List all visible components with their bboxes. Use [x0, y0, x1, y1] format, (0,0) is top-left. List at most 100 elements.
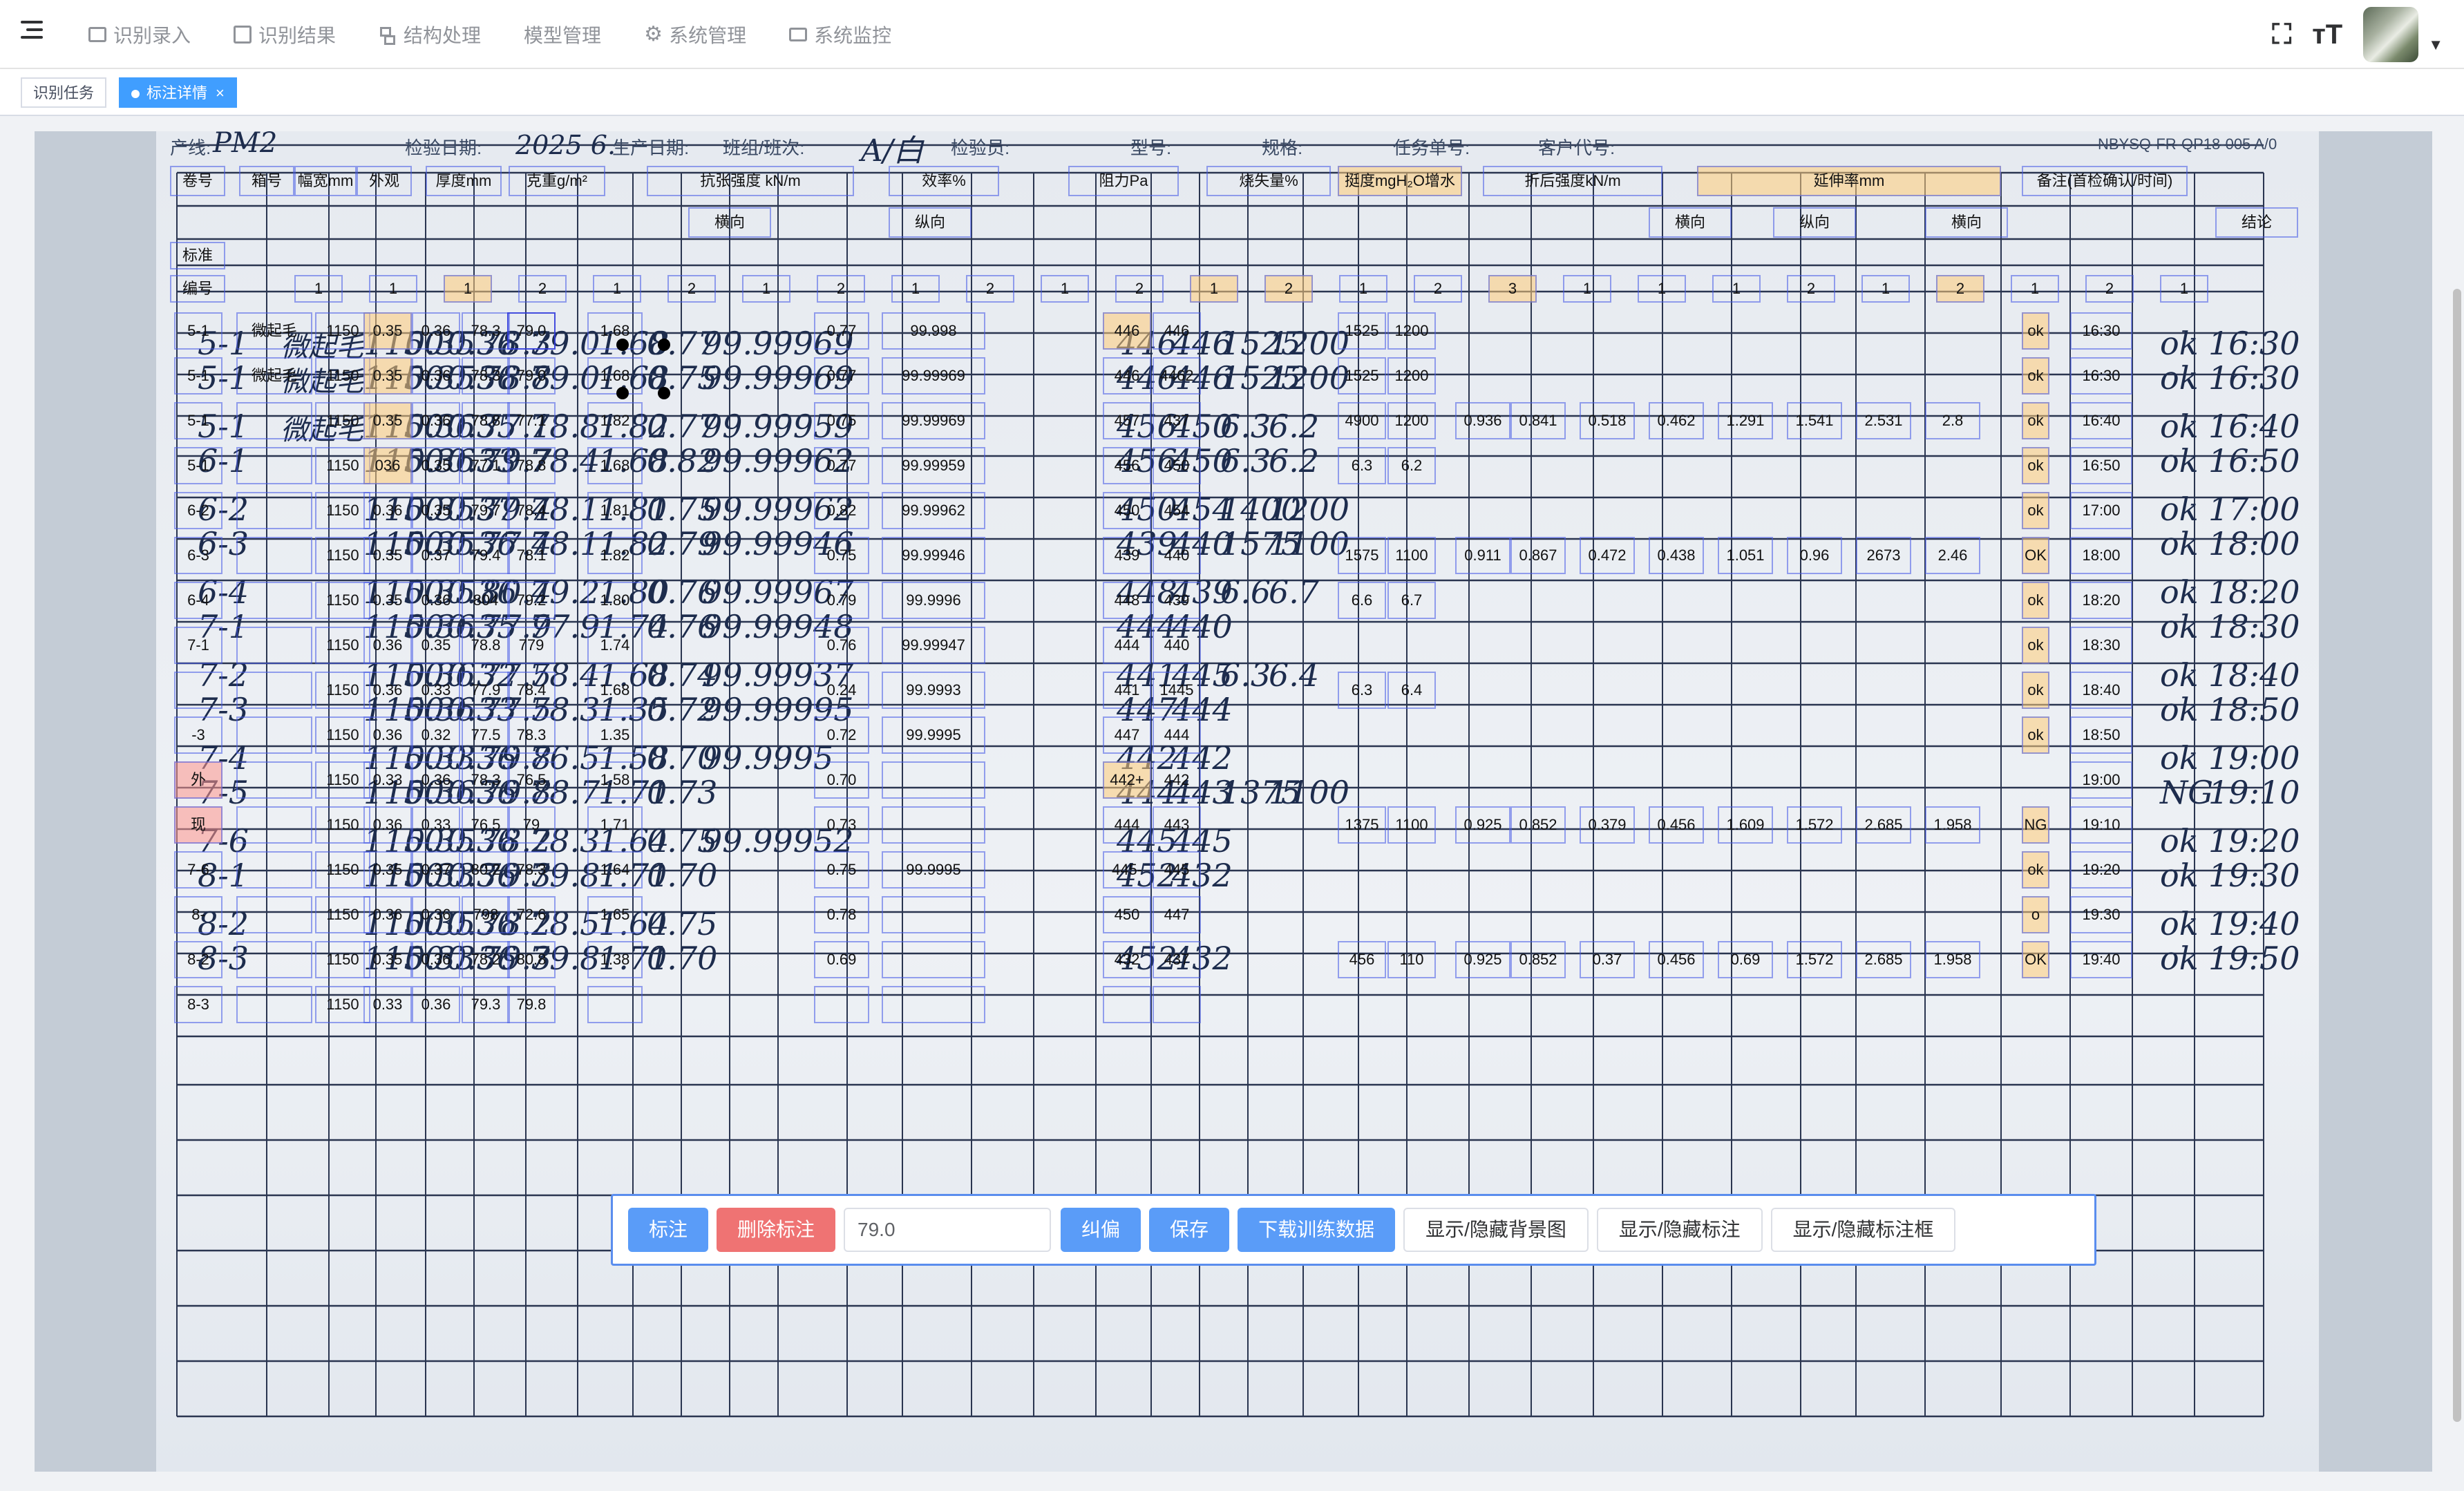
table-cell[interactable] [882, 941, 985, 978]
sub-header-cell[interactable]: 横向 [1649, 207, 1732, 238]
table-cell[interactable]: 0.96 [1787, 537, 1842, 574]
table-cell[interactable]: 1.38 [587, 941, 643, 978]
table-cell[interactable]: 0.925 [1455, 806, 1510, 844]
number-cell[interactable]: 1 [2011, 275, 2059, 303]
table-cell[interactable]: 444 [1103, 627, 1151, 664]
table-cell[interactable]: 8-3 [174, 986, 222, 1023]
table-cell[interactable]: 804 [462, 582, 510, 619]
table-cell[interactable]: 0.75 [814, 851, 869, 889]
table-cell[interactable]: 79.0 [507, 357, 556, 395]
table-cell[interactable]: 1.35 [587, 716, 643, 754]
table-cell[interactable] [236, 806, 312, 844]
menu-item-1[interactable]: 识别结果 [234, 21, 336, 48]
table-cell[interactable]: 0.438 [1649, 537, 1704, 574]
table-cell[interactable]: 7-6 [174, 851, 222, 889]
table-cell[interactable]: 99.9993 [882, 672, 985, 709]
table-cell[interactable]: 99.9995 [882, 851, 985, 889]
sub-header-cell[interactable]: 横向 [1925, 207, 2008, 238]
table-cell[interactable] [882, 761, 985, 799]
table-cell[interactable]: 448 [1103, 582, 1151, 619]
table-cell[interactable]: 437 [1153, 941, 1201, 978]
table-cell[interactable]: 0.518 [1580, 402, 1635, 439]
table-cell[interactable]: 798 [462, 896, 510, 933]
table-cell[interactable]: 440 [1153, 627, 1201, 664]
table-cell[interactable]: 0.24 [814, 672, 869, 709]
number-cell[interactable]: 1 [2160, 275, 2208, 303]
table-cell[interactable]: 0.75 [814, 537, 869, 574]
table-cell[interactable]: 0.33 [412, 806, 460, 844]
table-cell[interactable]: 444 [1153, 716, 1201, 754]
table-cell[interactable]: -3 [174, 716, 222, 754]
menu-item-2[interactable]: 结构处理 [379, 21, 481, 48]
table-cell[interactable]: 0.35 [363, 941, 412, 978]
header-cell[interactable]: 效率% [889, 166, 999, 196]
table-cell[interactable] [236, 672, 312, 709]
table-cell[interactable]: 0.79 [814, 582, 869, 619]
table-cell[interactable]: 0.32 [412, 716, 460, 754]
table-cell[interactable]: 现 [174, 806, 222, 844]
number-cell[interactable]: 1 [1861, 275, 1910, 303]
number-cell[interactable]: 1 [294, 275, 343, 303]
table-cell[interactable]: 0.37 [412, 537, 460, 574]
table-cell[interactable] [882, 806, 985, 844]
table-cell[interactable] [174, 672, 222, 709]
hamburger-menu-icon[interactable] [21, 21, 46, 46]
table-cell[interactable]: 0.456 [1649, 806, 1704, 844]
resize-handle[interactable] [616, 339, 629, 351]
table-cell[interactable]: 1150 [315, 357, 370, 395]
table-cell[interactable]: 1150 [315, 986, 370, 1023]
table-cell[interactable]: 19:00 [2070, 761, 2132, 799]
sub-header-cell[interactable]: 纵向 [1773, 207, 1856, 238]
table-cell[interactable]: 78.3 [462, 312, 510, 350]
table-cell[interactable]: 0.36 [363, 896, 412, 933]
table-cell[interactable]: 0.35 [363, 402, 412, 439]
table-cell[interactable]: 0.36 [363, 492, 412, 529]
table-cell[interactable]: 99.99969 [882, 357, 985, 395]
table-cell[interactable]: 1150 [315, 402, 370, 439]
chevron-down-icon[interactable]: ▼ [2428, 36, 2443, 54]
table-cell[interactable]: 18:50 [2070, 716, 2132, 754]
table-cell[interactable]: 6.7 [1387, 582, 1436, 619]
number-cell[interactable]: 1 [1638, 275, 1686, 303]
menu-item-4[interactable]: ⚙ 系统管理 [644, 21, 746, 48]
table-cell[interactable]: 微起毛 [236, 312, 312, 350]
header-cell[interactable]: 箱号 [239, 166, 294, 196]
table-cell[interactable]: 18:40 [2070, 672, 2132, 709]
table-cell[interactable]: 1.82 [587, 402, 643, 439]
table-cell[interactable]: 0.35 [363, 582, 412, 619]
table-cell[interactable]: 1.68 [587, 672, 643, 709]
table-cell[interactable]: 1445 [1153, 672, 1201, 709]
table-cell[interactable]: 16:30 [2070, 357, 2132, 395]
table-cell[interactable]: 78.8 [462, 627, 510, 664]
toggle-annotation-box-button[interactable]: 显示/隐藏标注框 [1770, 1208, 1956, 1252]
table-cell[interactable]: 110 [1387, 941, 1436, 978]
table-cell[interactable]: 79.0 [507, 312, 556, 350]
table-cell[interactable]: 0.925 [1455, 941, 1510, 978]
table-cell[interactable]: 0.36 [363, 672, 412, 709]
table-cell[interactable]: ok [2022, 357, 2049, 395]
table-cell[interactable]: 76.5 [507, 761, 556, 799]
table-cell[interactable]: 5-1 [174, 447, 222, 484]
table-cell[interactable]: OK [2022, 537, 2049, 574]
toggle-background-button[interactable]: 显示/隐藏背景图 [1403, 1208, 1589, 1252]
table-cell[interactable]: 5-1 [174, 312, 222, 350]
table-cell[interactable]: ok [2022, 402, 2049, 439]
table-cell[interactable]: 0.35 [412, 492, 460, 529]
table-cell[interactable]: 1.609 [1718, 806, 1773, 844]
table-cell[interactable]: 6-3 [174, 537, 222, 574]
table-cell[interactable] [1153, 986, 1201, 1023]
table-cell[interactable]: 0.33 [363, 761, 412, 799]
header-cell[interactable]: 烧失量% [1206, 166, 1331, 196]
header-cell[interactable]: 克重g/m² [509, 166, 605, 196]
header-cell[interactable]: 外观 [357, 166, 412, 196]
table-cell[interactable]: 2.685 [1856, 806, 1911, 844]
table-cell[interactable]: 445- [1103, 851, 1151, 889]
table-cell[interactable]: 7-1 [174, 627, 222, 664]
table-cell[interactable]: 78.3 [507, 716, 556, 754]
table-cell[interactable]: 0.70 [814, 761, 869, 799]
table-cell[interactable]: 5-1 [174, 402, 222, 439]
table-cell[interactable]: 0.35 [412, 627, 460, 664]
number-cell[interactable]: 1 [1041, 275, 1089, 303]
table-cell[interactable]: 1.65 [587, 896, 643, 933]
table-cell[interactable]: 微起毛 [236, 357, 312, 395]
